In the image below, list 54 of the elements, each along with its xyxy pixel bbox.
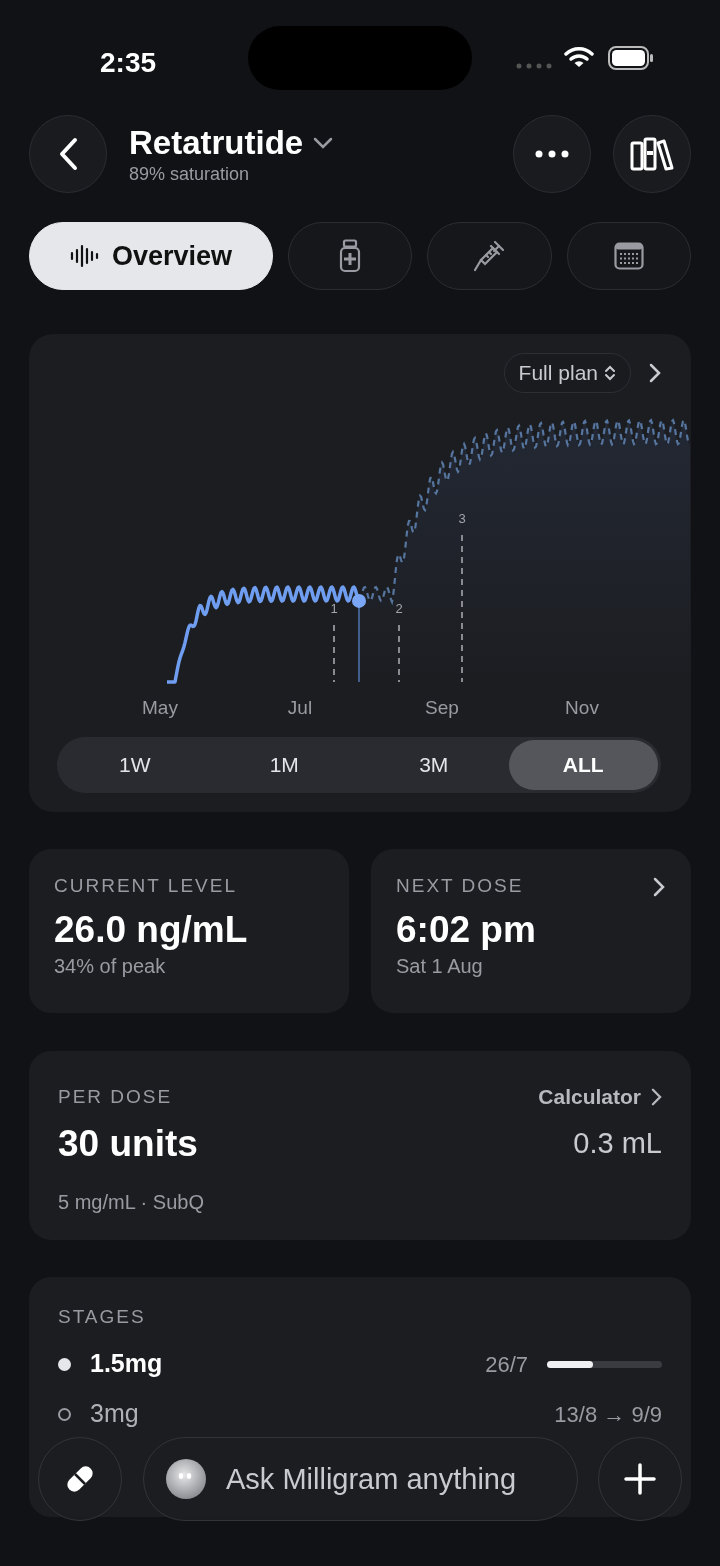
month-label: May [142, 696, 178, 720]
range-option[interactable]: ALL [508, 740, 658, 790]
range-option[interactable]: 1M [209, 740, 359, 790]
card-value: 6:02 pm [396, 908, 537, 952]
card-detail: Sat 1 Aug [396, 954, 484, 979]
card-label: NEXT DOSE [396, 875, 524, 897]
saturation-text: 89% saturation [129, 163, 251, 185]
waveform-icon [69, 244, 100, 268]
signal-icon [516, 63, 552, 69]
clock-time: 2:35 [100, 46, 157, 80]
vial-icon [339, 239, 362, 273]
next-dose-card[interactable]: NEXT DOSE 6:02 pm Sat 1 Aug [371, 849, 691, 1013]
stage-marker-line [398, 624, 400, 683]
more-icon [535, 150, 569, 158]
stage-dates: 26/7 [485, 1350, 528, 1379]
stage-marker-label: 1 [330, 601, 338, 616]
chevron-right-icon [653, 877, 665, 897]
card-value: 26.0 ng/mL [54, 908, 249, 952]
chevron-down-icon [313, 137, 334, 149]
assistant-avatar-icon [165, 1458, 207, 1500]
stage-marker-label: 3 [458, 511, 466, 526]
range-option[interactable]: 3M [359, 740, 509, 790]
calculator-link[interactable]: Calculator [538, 1081, 662, 1113]
month-label: Nov [565, 696, 599, 720]
chevron-right-icon [651, 1087, 662, 1106]
plus-icon [624, 1463, 656, 1495]
month-label: Jul [287, 696, 313, 720]
current-point [352, 593, 366, 608]
card-detail: 34% of peak [54, 954, 167, 979]
stage-dates: 13/8 → 9/9 [554, 1400, 662, 1429]
stage-marker-label: 2 [395, 601, 403, 616]
stage-dose: 3mg [90, 1398, 139, 1430]
overview-tab[interactable]: Overview [29, 222, 273, 290]
card-label: CURRENT LEVEL [54, 875, 237, 897]
up-down-chevron-icon [604, 364, 616, 382]
syringe-icon [472, 239, 507, 273]
ask-field[interactable]: Ask Milligram anything [143, 1437, 578, 1521]
books-icon [630, 137, 674, 171]
card-label: PER DOSE [58, 1084, 173, 1109]
concentration-text: 5 mg/mL · SubQ [58, 1189, 205, 1215]
card-label: STAGES [58, 1305, 147, 1329]
back-icon [57, 137, 79, 171]
plan-selector[interactable]: Full plan [503, 353, 631, 393]
battery-icon [608, 46, 654, 70]
medication-selector[interactable]: Retatrutide [129, 123, 334, 163]
wifi-icon [564, 46, 594, 68]
month-label: Sep [425, 696, 459, 720]
stage-marker-line [333, 624, 335, 683]
stage-dose: 1.5mg [90, 1348, 163, 1380]
range-option[interactable]: 1W [60, 740, 210, 790]
chevron-right-icon[interactable] [649, 363, 661, 383]
calendar-icon [613, 242, 644, 270]
dose-units: 30 units [58, 1121, 198, 1166]
dose-volume: 0.3 mL [573, 1125, 662, 1161]
